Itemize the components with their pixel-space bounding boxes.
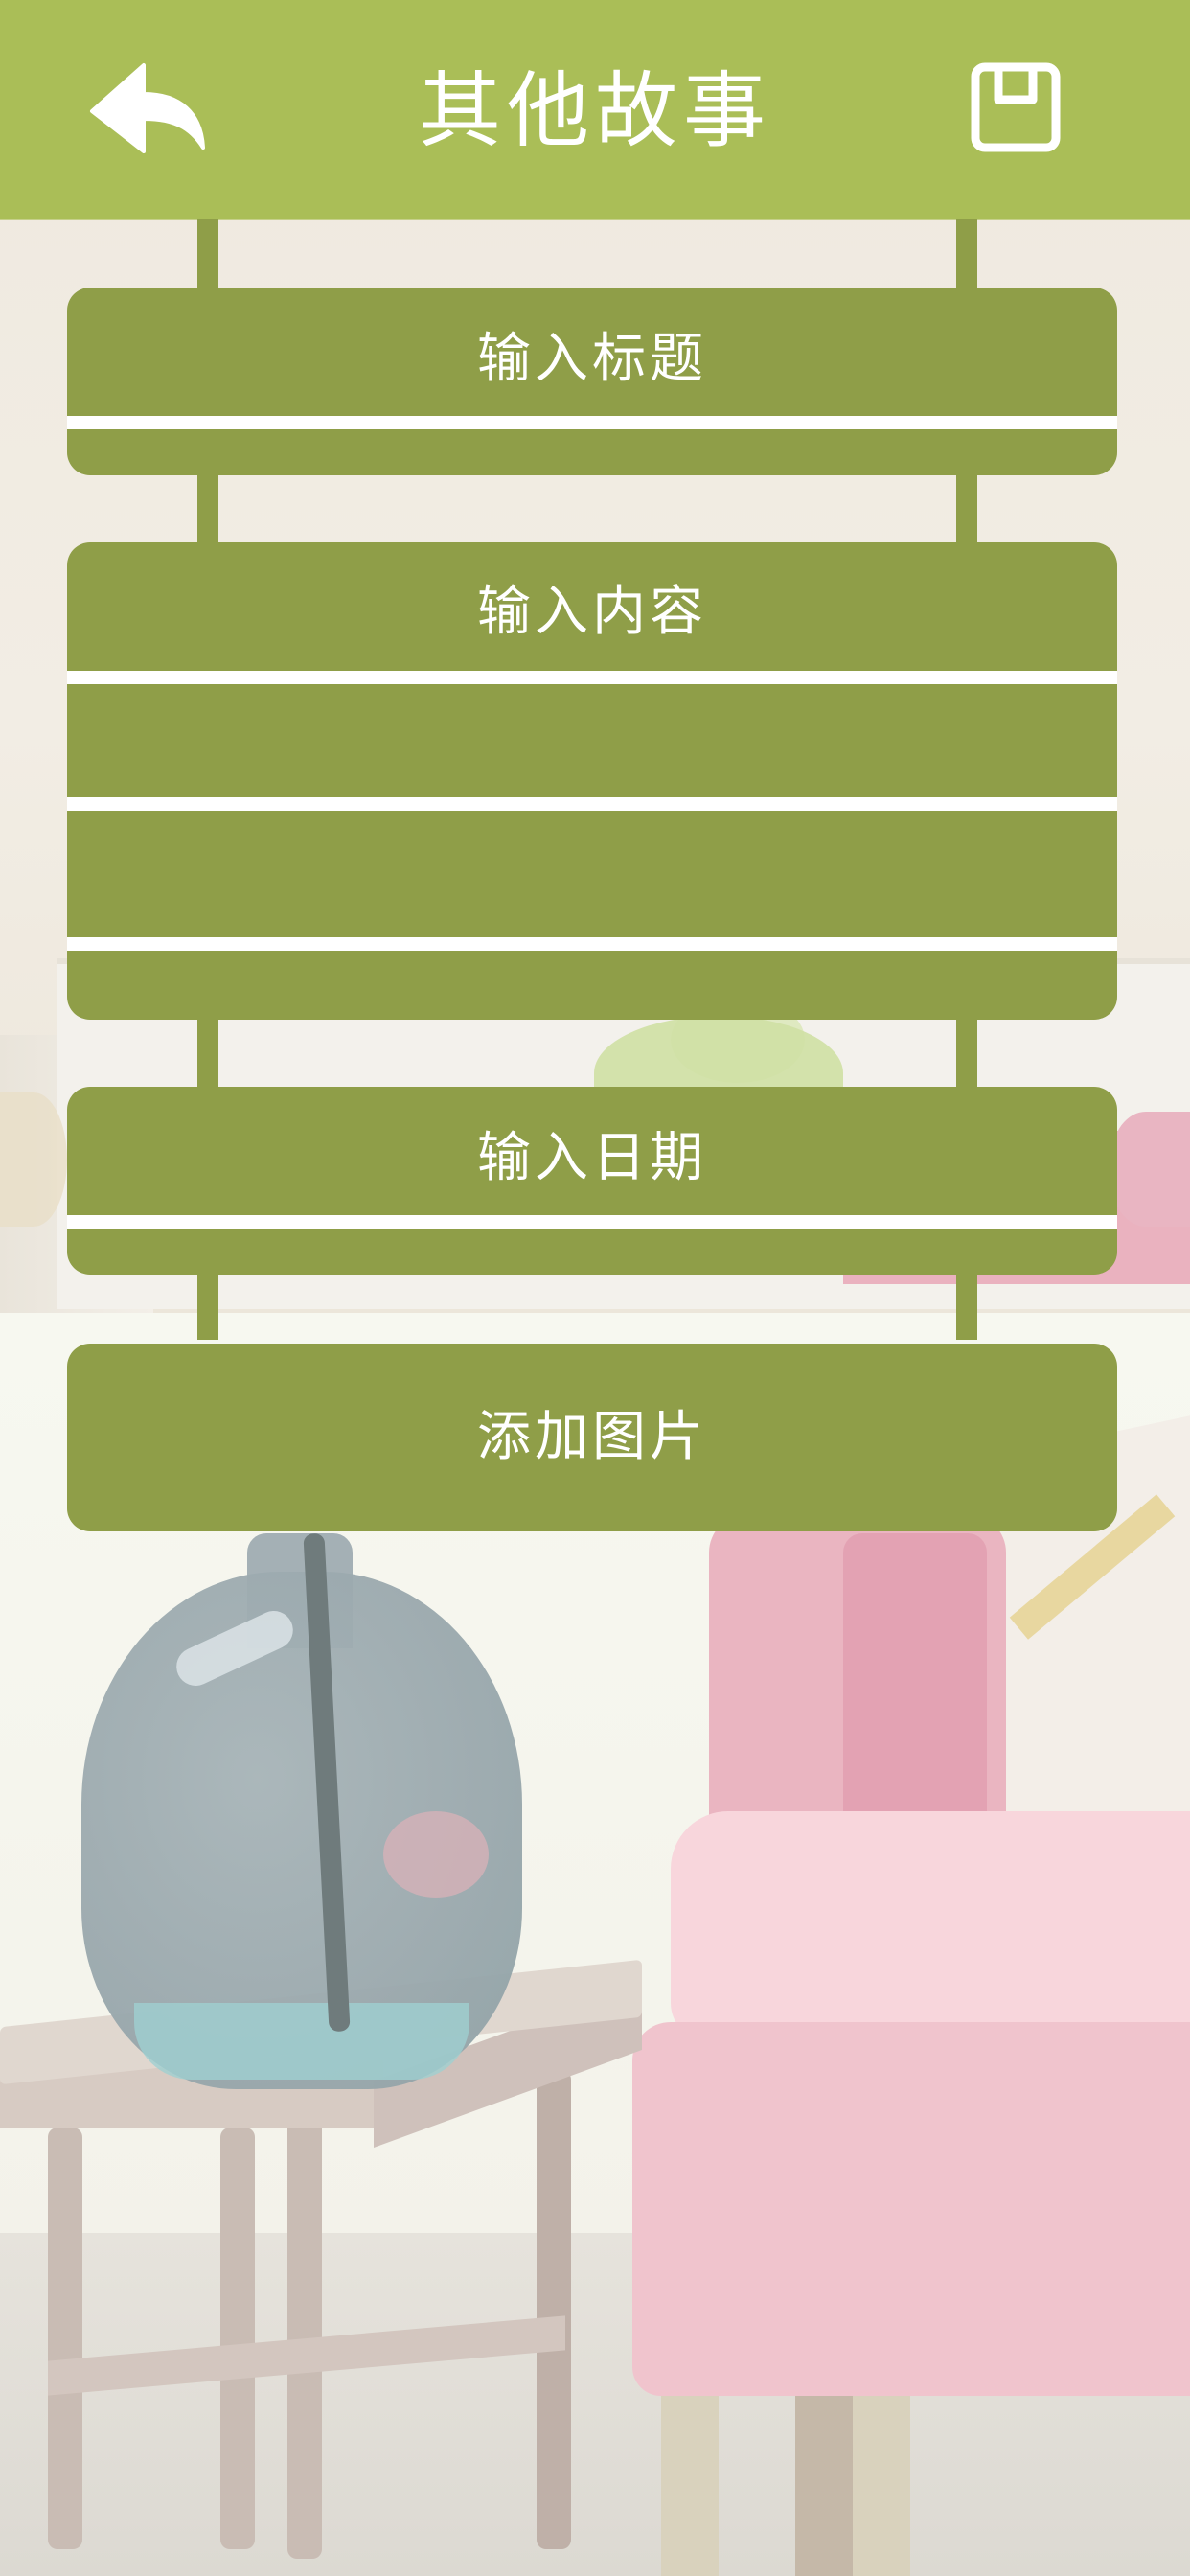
input-underline xyxy=(67,416,1117,429)
table-leg xyxy=(537,2070,571,2549)
app-header: 其他故事 xyxy=(0,0,1190,218)
add-image-label: 添加图片 xyxy=(477,1406,707,1468)
add-image-button[interactable]: 添加图片 xyxy=(67,1344,1117,1531)
table-leg xyxy=(287,2108,322,2559)
input-line xyxy=(67,797,1117,811)
date-input[interactable]: 输入日期 xyxy=(67,1087,1117,1275)
date-placeholder: 输入日期 xyxy=(477,1127,707,1189)
content-placeholder: 输入内容 xyxy=(477,581,707,643)
table-leg xyxy=(220,2128,255,2549)
save-button[interactable] xyxy=(970,61,1065,157)
input-underline xyxy=(67,1215,1117,1229)
armchair-leg xyxy=(853,2396,910,2576)
input-line xyxy=(67,671,1117,684)
lamp-shade xyxy=(0,1092,67,1227)
armchair-seat xyxy=(671,1811,1190,2041)
armchair-front xyxy=(632,2022,1190,2396)
input-line xyxy=(67,937,1117,951)
vase-water xyxy=(134,2003,469,2080)
pink-lamp xyxy=(1111,1112,1190,1227)
title-placeholder: 输入标题 xyxy=(477,328,707,390)
floppy-save-icon xyxy=(971,62,1061,152)
vase-reflection xyxy=(383,1811,489,1898)
content-input[interactable]: 输入内容 xyxy=(67,542,1117,1020)
title-input[interactable]: 输入标题 xyxy=(67,288,1117,475)
armchair-leg xyxy=(661,2396,719,2576)
armchair-leg xyxy=(795,2396,853,2576)
table-leg xyxy=(48,2128,82,2549)
